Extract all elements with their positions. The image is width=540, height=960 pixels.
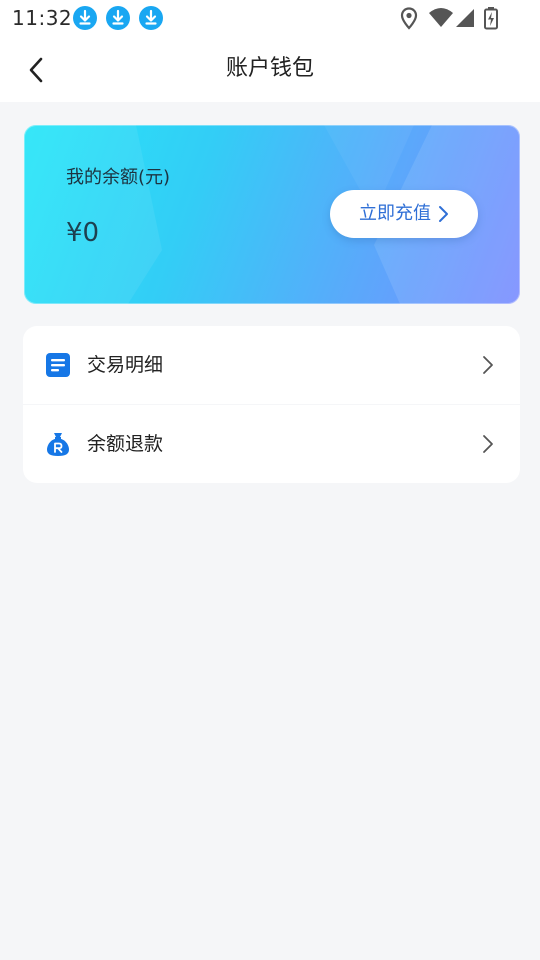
menu-item-label: 交易明细 — [87, 354, 164, 376]
wifi-icon — [429, 8, 453, 27]
menu-item-refund[interactable]: 余额退款 — [23, 405, 520, 483]
navigation-bar: 账户钱包 — [0, 36, 540, 102]
location-icon — [400, 7, 418, 30]
recharge-button-label: 立即充值 — [359, 203, 431, 224]
document-icon — [46, 353, 70, 377]
chevron-right-icon — [483, 435, 493, 453]
battery-icon — [484, 7, 498, 30]
balance-label: 我的余额(元) — [66, 167, 171, 188]
balance-value: ¥0 — [66, 218, 100, 248]
page-title: 账户钱包 — [225, 56, 314, 81]
download-icon — [106, 6, 130, 30]
signal-icon — [456, 9, 474, 27]
balance-card: 我的余额(元) ¥0 立即充值 — [24, 125, 520, 304]
app-header: 11:32 账户钱包 — [0, 0, 540, 102]
download-icon — [73, 6, 97, 30]
menu-item-label: 余额退款 — [87, 433, 164, 455]
chevron-right-icon — [483, 356, 493, 374]
status-time: 11:32 — [12, 6, 73, 30]
status-bar: 11:32 — [0, 0, 540, 36]
chevron-right-icon — [439, 206, 448, 222]
download-icon — [139, 6, 163, 30]
menu-item-transactions[interactable]: 交易明细 — [23, 326, 520, 404]
money-bag-icon — [47, 433, 69, 456]
recharge-button[interactable]: 立即充值 — [330, 190, 478, 238]
